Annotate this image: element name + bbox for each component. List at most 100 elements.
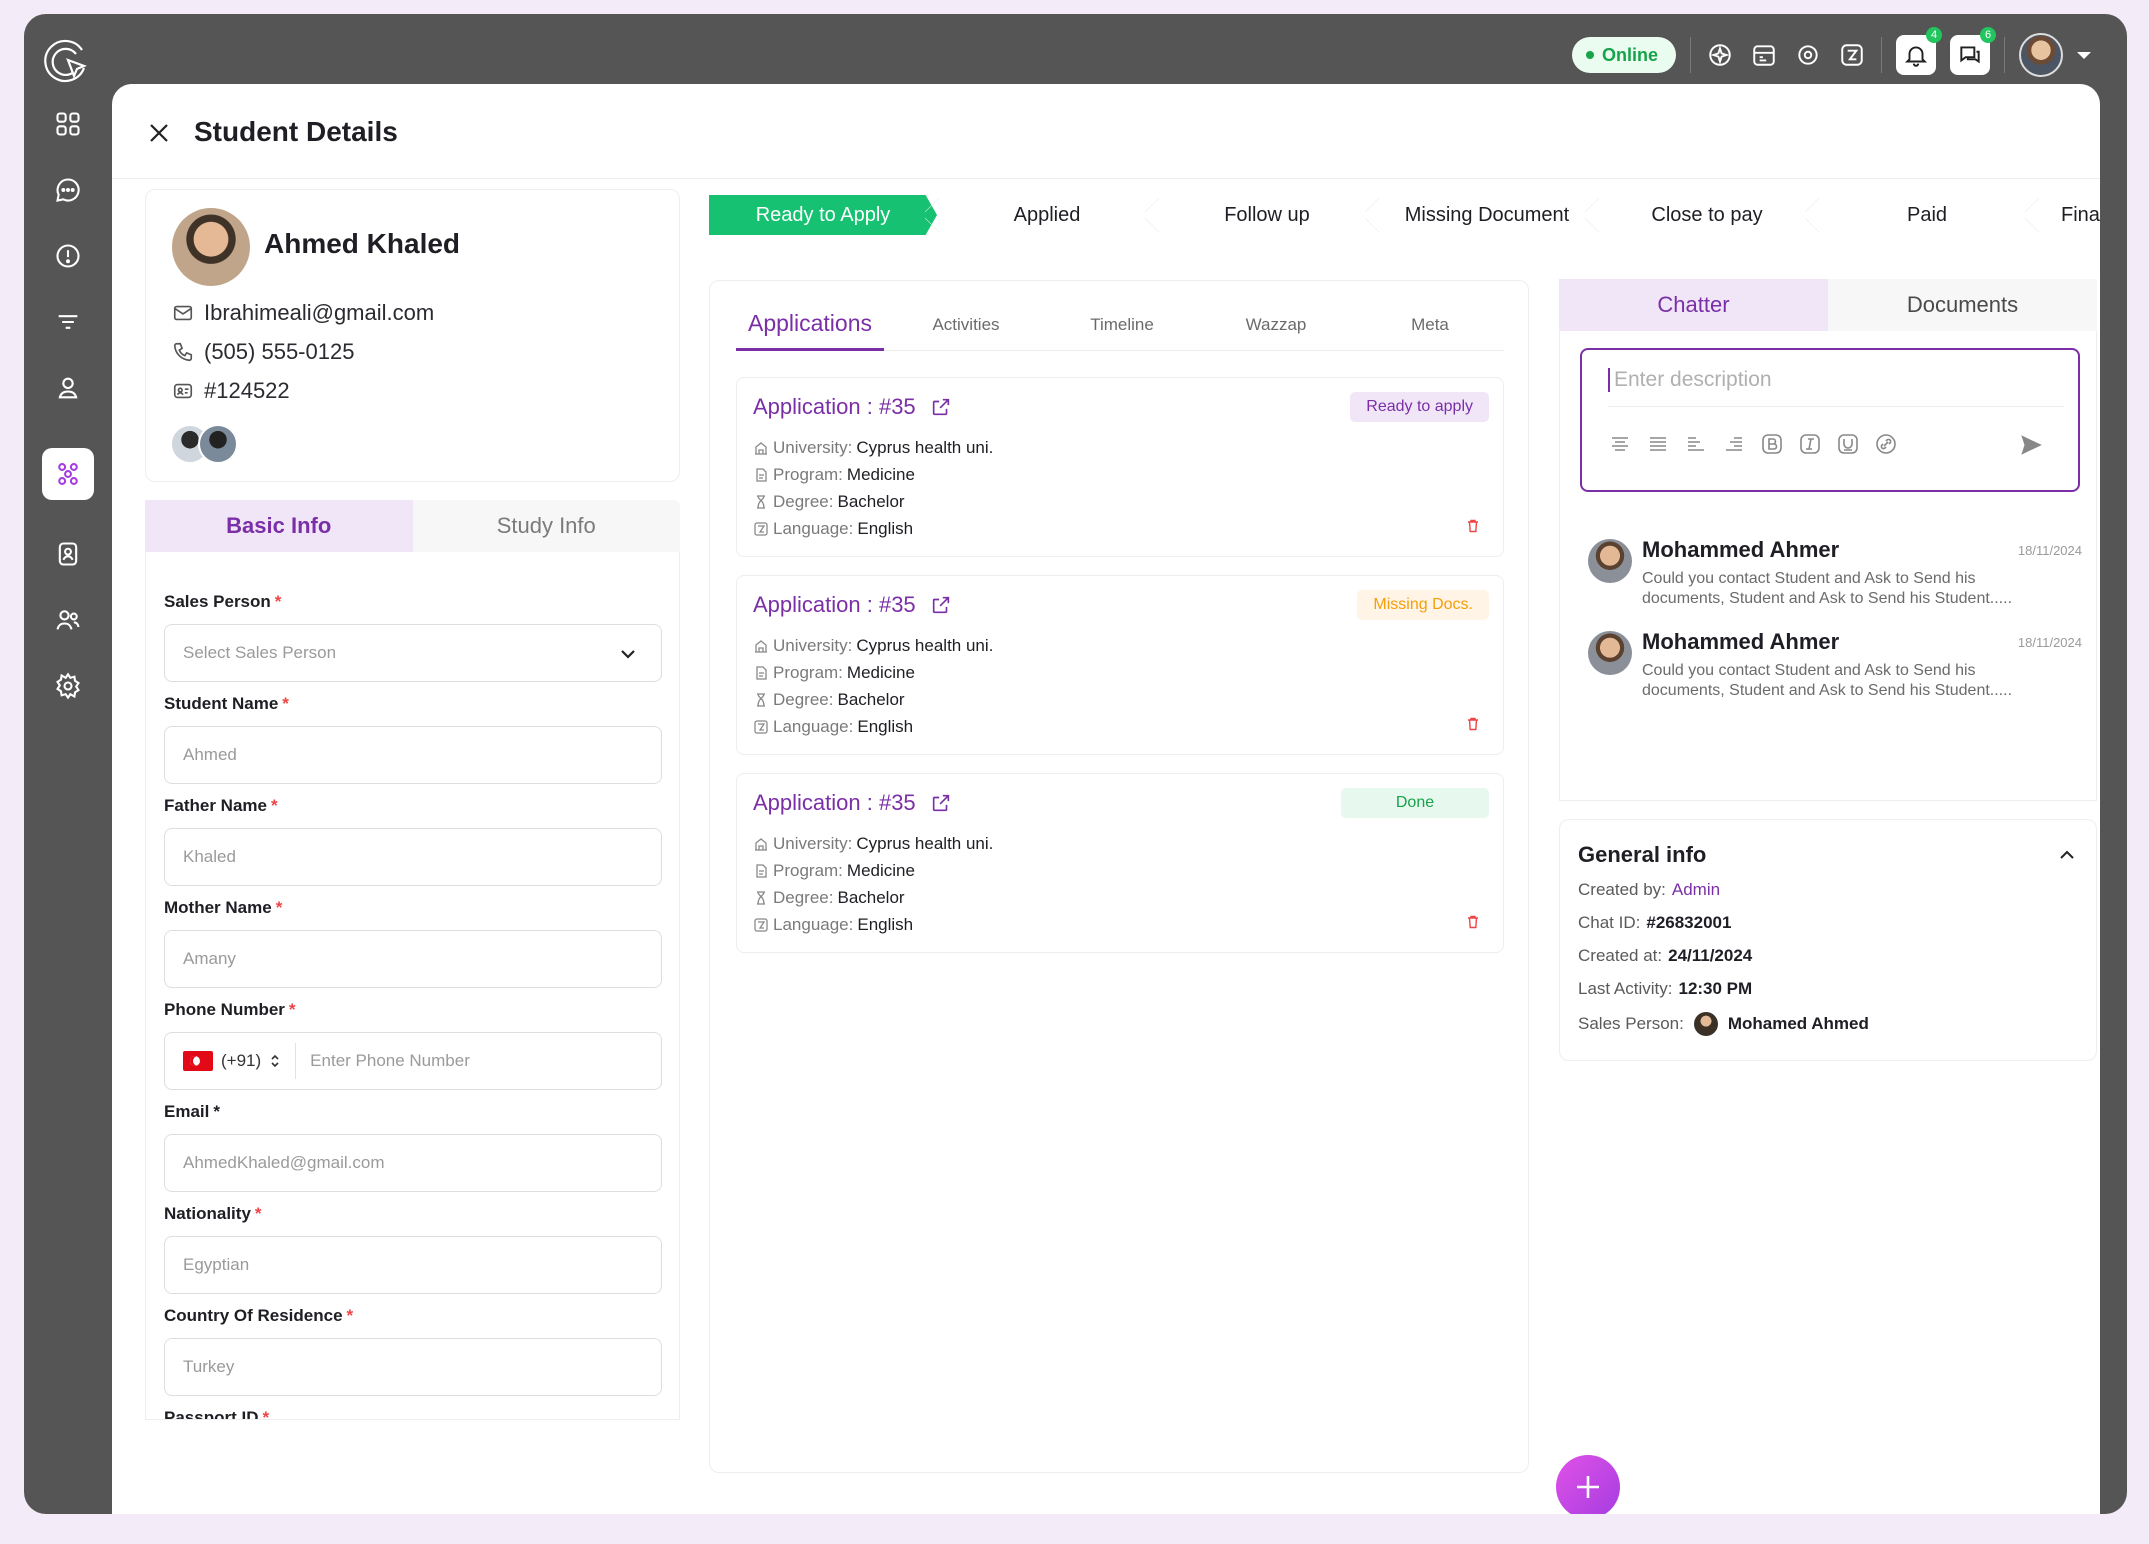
- chevron-down-icon: [621, 650, 635, 659]
- stage-paid[interactable]: Paid: [1805, 195, 2037, 235]
- created-by-row: Created by: Admin: [1578, 880, 1721, 900]
- tab-study-info[interactable]: Study Info: [413, 500, 681, 552]
- chat-message: Mohammed Ahmer 18/11/2024 Could you cont…: [1588, 537, 2082, 617]
- bold-icon[interactable]: [1760, 432, 1784, 456]
- align-left-icon[interactable]: [1684, 432, 1708, 456]
- sidebar-item-chat[interactable]: [42, 164, 94, 216]
- messages-button[interactable]: 6: [1950, 27, 1996, 75]
- student-name-input[interactable]: Ahmed: [164, 726, 662, 784]
- status-badge: Ready to apply: [1350, 392, 1489, 422]
- avatar: [1588, 539, 1632, 583]
- sales-person-label: Sales Person *: [164, 592, 282, 611]
- country-input[interactable]: Turkey: [164, 1338, 662, 1396]
- italic-icon[interactable]: [1798, 432, 1822, 456]
- stage-follow-up[interactable]: Follow up: [1145, 195, 1377, 235]
- translate-icon: [754, 522, 768, 536]
- external-link-icon[interactable]: [930, 396, 952, 418]
- chevron-up-icon[interactable]: [2058, 846, 2076, 864]
- ai-button[interactable]: [1705, 40, 1735, 70]
- created-by-link[interactable]: Admin: [1672, 880, 1720, 900]
- close-icon[interactable]: [148, 122, 170, 144]
- external-link-icon[interactable]: [930, 594, 952, 616]
- phone-number-input[interactable]: (+91) Enter Phone Number: [164, 1032, 662, 1090]
- message-author: Mohammed Ahmer: [1642, 629, 1840, 654]
- sidebar-item-filters[interactable]: [42, 296, 94, 348]
- message-date: 18/11/2024: [2017, 543, 2082, 558]
- tab-basic-info[interactable]: Basic Info: [145, 500, 413, 552]
- trash-icon[interactable]: [1465, 716, 1481, 732]
- tab-meta[interactable]: Meta: [1360, 299, 1500, 351]
- email-label: Email *: [164, 1102, 220, 1121]
- hourglass-icon: [757, 495, 765, 509]
- align-center-icon[interactable]: [1608, 432, 1632, 456]
- tab-chatter[interactable]: Chatter: [1559, 279, 1828, 331]
- trash-icon[interactable]: [1465, 914, 1481, 930]
- stage-missing-document[interactable]: Missing Document: [1365, 195, 1597, 235]
- mother-name-input[interactable]: Amany: [164, 930, 662, 988]
- tab-documents[interactable]: Documents: [1828, 279, 2097, 331]
- building-icon: [755, 838, 767, 851]
- students-network-icon: [58, 463, 78, 485]
- father-name-input[interactable]: Khaled: [164, 828, 662, 886]
- link-icon[interactable]: [1874, 432, 1898, 456]
- send-icon[interactable]: [2018, 432, 2044, 458]
- stage-ready-to-apply[interactable]: Ready to Apply: [709, 195, 937, 235]
- avatar: [1588, 631, 1632, 675]
- general-info-card: General info Created by: Admin Chat ID: #2…: [1559, 819, 2097, 1061]
- application-card[interactable]: Application : #35 Ready to apply Univers…: [736, 377, 1504, 557]
- student-name: Ahmed Khaled: [264, 228, 461, 259]
- email-input[interactable]: AhmedKhaled@gmail.com: [164, 1134, 662, 1192]
- hourglass-icon: [757, 693, 765, 707]
- building-icon: [755, 442, 767, 455]
- tab-activities[interactable]: Activities: [896, 299, 1036, 351]
- user-avatar[interactable]: [2019, 33, 2063, 77]
- online-status-badge[interactable]: Online: [1571, 37, 1676, 73]
- plus-icon: [1577, 1476, 1599, 1498]
- application-card[interactable]: Application : #35 Done University: Cyprus…: [736, 773, 1504, 953]
- notifications-button[interactable]: 4: [1896, 27, 1942, 75]
- calendar-button[interactable]: [1749, 40, 1779, 70]
- application-title[interactable]: Application : #35: [753, 790, 952, 816]
- chat-bubble-icon: [56, 178, 80, 202]
- application-title[interactable]: Application : #35: [753, 592, 952, 618]
- sidebar-item-dashboard[interactable]: [42, 98, 94, 150]
- stage-final[interactable]: Final A: [2025, 195, 2100, 235]
- settings-button[interactable]: [1793, 40, 1823, 70]
- tab-wazzap[interactable]: Wazzap: [1206, 299, 1346, 351]
- sales-person-select[interactable]: Select Sales Person: [164, 624, 662, 682]
- translate-button[interactable]: [1837, 40, 1867, 70]
- tab-timeline[interactable]: Timeline: [1052, 299, 1192, 351]
- align-justify-icon[interactable]: [1646, 432, 1670, 456]
- sidebar-item-badge[interactable]: [42, 528, 94, 580]
- sidebar-item-alerts[interactable]: [42, 230, 94, 282]
- trash-icon[interactable]: [1465, 518, 1481, 534]
- stage-applied[interactable]: Applied: [925, 195, 1157, 235]
- chat-message: Mohammed Ahmer 18/11/2024 Could you cont…: [1588, 629, 2082, 709]
- add-application-button[interactable]: [1556, 1455, 1620, 1514]
- student-avatar: [172, 208, 250, 286]
- alert-circle-icon: [56, 244, 80, 268]
- document-icon: [756, 666, 767, 680]
- general-info-title: General info: [1578, 842, 1707, 867]
- sidebar-item-team[interactable]: [42, 594, 94, 646]
- underline-icon[interactable]: [1836, 432, 1860, 456]
- stage-close-to-pay[interactable]: Close to pay: [1585, 195, 1817, 235]
- sidebar-item-students[interactable]: [42, 448, 94, 500]
- application-title[interactable]: Application : #35: [753, 394, 952, 420]
- align-right-icon[interactable]: [1722, 432, 1746, 456]
- info-tabs: Basic Info Study Info: [145, 500, 680, 552]
- country-code-select[interactable]: (+91): [183, 1043, 297, 1079]
- student-phone: (505) 555-0125: [204, 339, 355, 364]
- application-card[interactable]: Application : #35 Missing Docs. Universi…: [736, 575, 1504, 755]
- app-frame: Online 4 6 Student Details Ahmed Khaled …: [24, 14, 2127, 1514]
- tab-applications[interactable]: Applications: [736, 299, 884, 351]
- chevron-down-icon[interactable]: [2077, 51, 2091, 59]
- translate-icon: [754, 918, 768, 932]
- country-code: (+91): [221, 1051, 262, 1070]
- sidebar-item-users[interactable]: [42, 362, 94, 414]
- nationality-input[interactable]: Egyptian: [164, 1236, 662, 1294]
- sidebar-item-settings[interactable]: [42, 660, 94, 712]
- description-editor[interactable]: Enter description: [1580, 348, 2080, 492]
- external-link-icon[interactable]: [930, 792, 952, 814]
- assignee-avatar[interactable]: [198, 424, 238, 464]
